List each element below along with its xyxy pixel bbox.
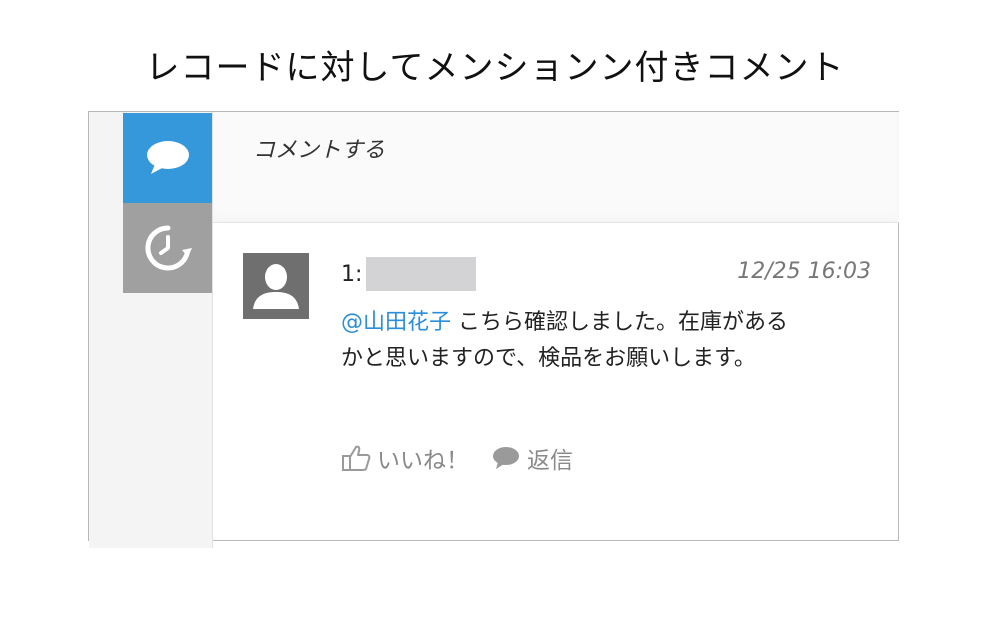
- page: レコードに対してメンションン付きコメント コメントする 1: 12/25 16:…: [0, 0, 990, 627]
- like-button[interactable]: いいね！: [341, 441, 469, 475]
- mention-link[interactable]: @山田花子: [341, 310, 451, 335]
- left-rail: [89, 112, 213, 548]
- comment-timestamp: 12/25 16:03: [737, 259, 871, 284]
- comment-input-placeholder[interactable]: コメントする: [253, 132, 385, 164]
- comment-panel: コメントする 1: 12/25 16:03 @山田花子 こちら確認しました。在庫…: [88, 111, 899, 548]
- comment-compose-area[interactable]: コメントする: [213, 112, 899, 223]
- comment-text-line1: こちら確認しました。在庫がある: [451, 310, 789, 335]
- reply-button[interactable]: 返信: [491, 441, 573, 475]
- like-label: いいね！: [377, 448, 469, 474]
- avatar[interactable]: [243, 253, 309, 319]
- user-silhouette-icon: [253, 264, 299, 309]
- history-clock-icon: [144, 225, 192, 271]
- comment-actions: いいね！ 返信: [341, 441, 573, 475]
- comment-header: 1:: [341, 257, 477, 291]
- tab-history[interactable]: [123, 203, 212, 293]
- comment-body: @山田花子 こちら確認しました。在庫がある かと思いますので、検品をお願いします…: [341, 305, 881, 377]
- comment-item: 1: 12/25 16:03 @山田花子 こちら確認しました。在庫がある かと思…: [213, 223, 899, 541]
- tab-comments[interactable]: [123, 113, 212, 203]
- thumbs-up-icon: [342, 445, 371, 471]
- redacted-author-name: [366, 257, 477, 291]
- comment-bubble-icon: [146, 141, 189, 174]
- reply-label: 返信: [527, 448, 573, 474]
- comment-text-line2: かと思いますので、検品をお願いします。: [341, 346, 756, 371]
- comment-number: 1:: [341, 261, 363, 287]
- reply-bubble-icon: [493, 447, 519, 469]
- page-title: レコードに対してメンションン付きコメント: [145, 48, 845, 88]
